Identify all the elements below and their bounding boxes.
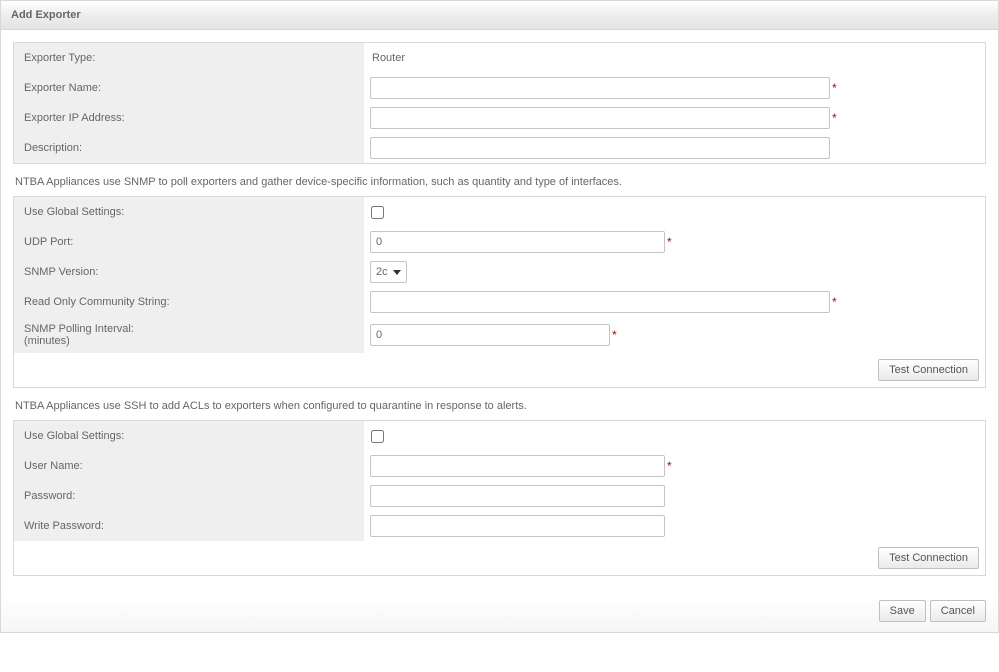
dialog-footer: Save Cancel [1, 594, 998, 632]
add-exporter-dialog: Add Exporter Exporter Type: Router Expor… [0, 0, 999, 633]
chevron-down-icon [393, 270, 401, 275]
password-label: Password: [14, 481, 364, 511]
description-label: Description: [14, 133, 364, 163]
write-password-label: Write Password: [14, 511, 364, 541]
write-password-input[interactable] [370, 515, 665, 537]
cancel-button[interactable]: Cancel [930, 600, 986, 622]
ssh-use-global-checkbox[interactable] [371, 430, 384, 443]
polling-interval-input[interactable] [370, 324, 610, 346]
exporter-ip-label: Exporter IP Address: [14, 103, 364, 133]
snmp-info-text: NTBA Appliances use SNMP to poll exporte… [13, 170, 986, 196]
exporter-ip-input[interactable] [370, 107, 830, 129]
snmp-version-label: SNMP Version: [14, 257, 364, 287]
dialog-title: Add Exporter [1, 1, 998, 30]
required-marker: * [832, 295, 837, 309]
required-marker: * [832, 81, 837, 95]
description-input[interactable] [370, 137, 830, 159]
snmp-version-select[interactable]: 2c [370, 261, 407, 283]
user-name-input[interactable] [370, 455, 665, 477]
ssh-test-connection-button[interactable]: Test Connection [878, 547, 979, 569]
udp-port-label: UDP Port: [14, 227, 364, 257]
snmp-test-connection-button[interactable]: Test Connection [878, 359, 979, 381]
polling-interval-label: SNMP Polling Interval: (minutes) [14, 317, 364, 353]
exporter-basic-section: Exporter Type: Router Exporter Name: * E… [13, 42, 986, 164]
required-marker: * [667, 459, 672, 473]
exporter-name-input[interactable] [370, 77, 830, 99]
exporter-type-value: Router [370, 52, 405, 64]
password-input[interactable] [370, 485, 665, 507]
required-marker: * [667, 235, 672, 249]
ssh-section: Use Global Settings: User Name: * Passwo… [13, 420, 986, 576]
snmp-use-global-checkbox[interactable] [371, 206, 384, 219]
exporter-name-label: Exporter Name: [14, 73, 364, 103]
ssh-info-text: NTBA Appliances use SSH to add ACLs to e… [13, 394, 986, 420]
required-marker: * [832, 111, 837, 125]
udp-port-input[interactable] [370, 231, 665, 253]
save-button[interactable]: Save [879, 600, 926, 622]
dialog-body: Exporter Type: Router Exporter Name: * E… [1, 30, 998, 594]
exporter-type-label: Exporter Type: [14, 43, 364, 73]
snmp-section: Use Global Settings: UDP Port: * SNMP Ve… [13, 196, 986, 388]
ssh-use-global-label: Use Global Settings: [14, 421, 364, 451]
community-string-input[interactable] [370, 291, 830, 313]
required-marker: * [612, 328, 617, 342]
community-string-label: Read Only Community String: [14, 287, 364, 317]
snmp-version-value: 2c [376, 266, 388, 278]
user-name-label: User Name: [14, 451, 364, 481]
snmp-use-global-label: Use Global Settings: [14, 197, 364, 227]
